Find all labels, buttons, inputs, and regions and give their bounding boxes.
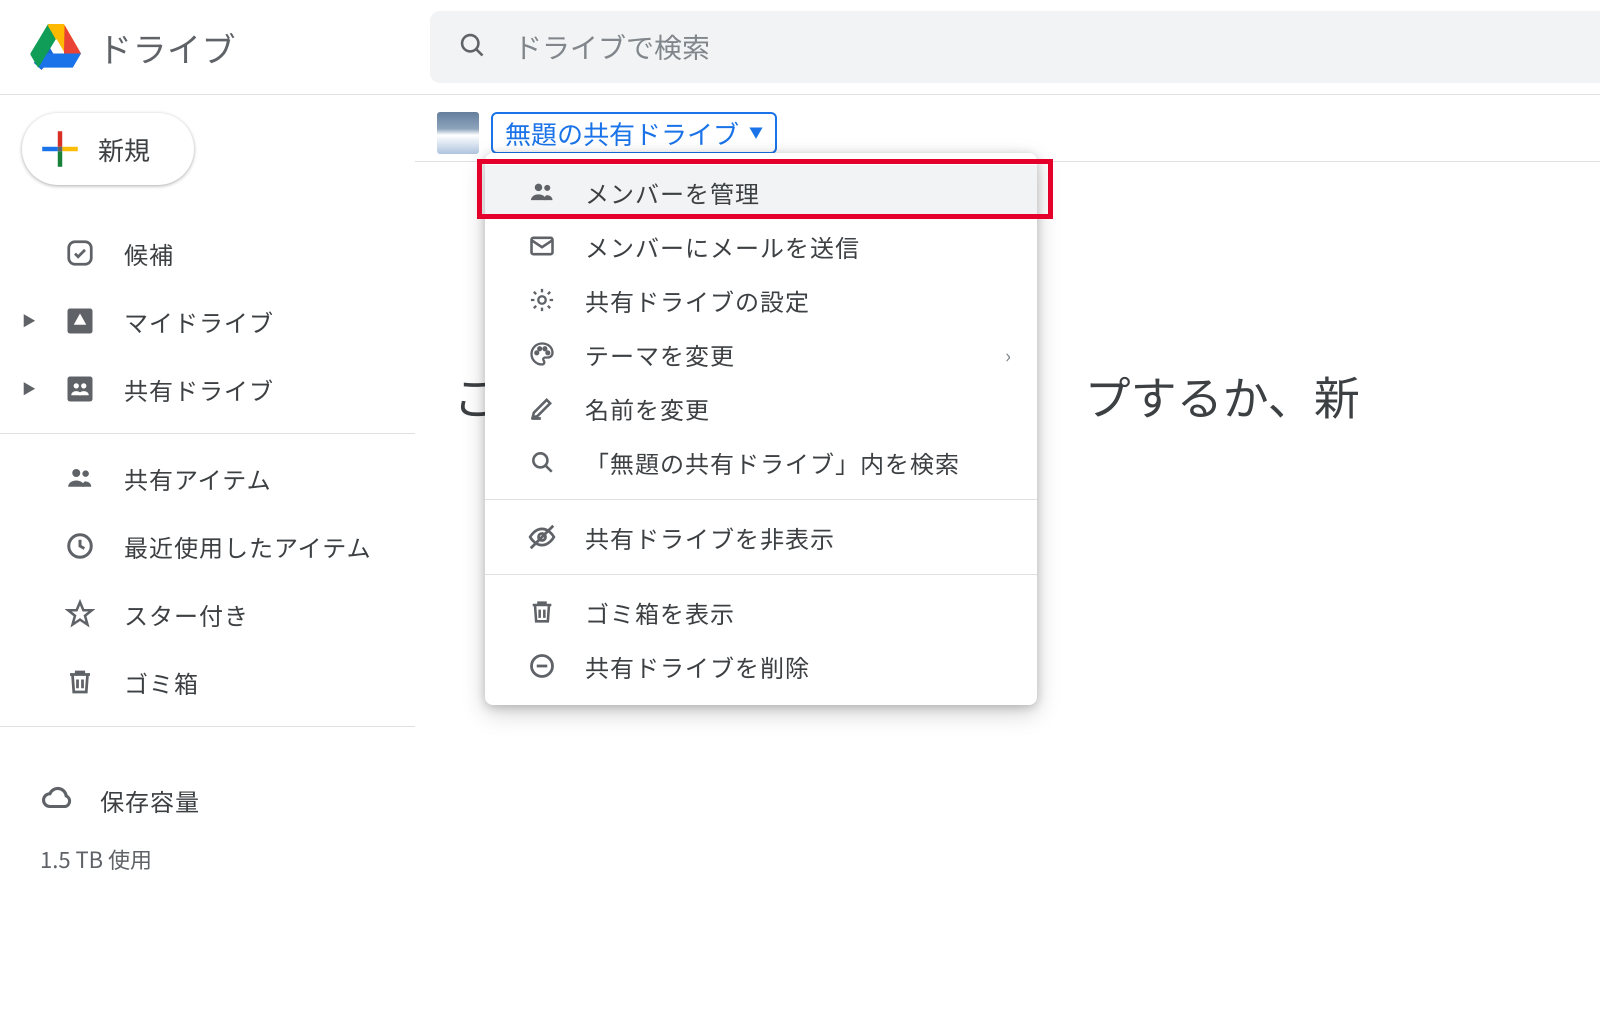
search-icon	[458, 31, 486, 64]
menu-item-email-members[interactable]: メンバーにメールを送信	[485, 219, 1037, 273]
mail-icon	[527, 231, 557, 261]
sidebar-item-label: 候補	[124, 236, 174, 271]
pencil-icon	[527, 393, 557, 423]
plus-icon	[40, 129, 80, 169]
expand-icon[interactable]: ▶	[22, 379, 36, 399]
sidebar-item-label: ゴミ箱	[124, 665, 199, 700]
breadcrumb-dropdown[interactable]: 無題の共有ドライブ ▼	[491, 112, 777, 154]
sidebar-item-mydrive[interactable]: ▶ マイドライブ	[0, 287, 415, 355]
gear-icon	[527, 285, 557, 315]
divider	[0, 433, 415, 434]
divider	[0, 726, 415, 727]
drive-box-icon	[64, 305, 96, 337]
menu-item-hide-drive[interactable]: 共有ドライブを非表示	[485, 510, 1037, 564]
search-placeholder: ドライブで検索	[514, 27, 710, 67]
sidebar: 新規 ▶ 候補 ▶ マイドライブ ▶	[0, 95, 415, 875]
sidebar-item-starred[interactable]: ▶ スター付き	[0, 580, 415, 648]
people-icon	[64, 462, 96, 494]
context-menu: メンバーを管理 メンバーにメールを送信 共有ドライブの設定	[485, 153, 1037, 705]
eye-off-icon	[527, 522, 557, 552]
sidebar-item-label: 共有アイテム	[124, 461, 272, 496]
storage-used: 1.5 TB 使用	[40, 843, 415, 875]
header: ドライブ ドライブで検索	[0, 0, 1600, 95]
sidebar-item-suggestions[interactable]: ▶ 候補	[0, 219, 415, 287]
breadcrumb-title: 無題の共有ドライブ	[505, 115, 739, 152]
sidebar-item-label: 最近使用したアイテム	[124, 529, 372, 564]
shared-drive-box-icon	[64, 373, 96, 405]
sidebar-item-trash[interactable]: ▶ ゴミ箱	[0, 648, 415, 716]
clock-icon	[64, 530, 96, 562]
menu-item-show-trash[interactable]: ゴミ箱を表示	[485, 585, 1037, 639]
sidebar-item-recent[interactable]: ▶ 最近使用したアイテム	[0, 512, 415, 580]
drive-thumbnail[interactable]	[437, 112, 479, 154]
menu-item-search-in-drive[interactable]: 「無題の共有ドライブ」内を検索	[485, 435, 1037, 489]
people-icon	[527, 177, 557, 207]
sidebar-item-label: 共有ドライブ	[124, 372, 274, 407]
search-icon	[527, 447, 557, 477]
menu-item-label: ゴミ箱を表示	[585, 595, 735, 630]
menu-item-label: メンバーにメールを送信	[585, 229, 860, 264]
menu-item-change-theme[interactable]: テーマを変更 ›	[485, 327, 1037, 381]
check-square-icon	[64, 237, 96, 269]
trash-icon	[64, 666, 96, 698]
menu-item-label: 共有ドライブを非表示	[585, 520, 835, 555]
expand-icon[interactable]: ▶	[22, 311, 36, 331]
chevron-right-icon: ›	[1005, 340, 1011, 369]
main-content: 無題の共有ドライブ ▼ こ プするか、新 メンバーを管理	[415, 95, 1600, 875]
cloud-icon	[40, 781, 74, 820]
menu-item-rename[interactable]: 名前を変更	[485, 381, 1037, 435]
menu-item-label: 共有ドライブを削除	[585, 649, 810, 684]
remove-circle-icon	[527, 651, 557, 681]
search-bar[interactable]: ドライブで検索	[430, 11, 1600, 83]
menu-item-delete-drive[interactable]: 共有ドライブを削除	[485, 639, 1037, 693]
storage-label: 保存容量	[100, 783, 200, 818]
menu-item-label: 「無題の共有ドライブ」内を検索	[585, 445, 960, 480]
drive-logo-icon	[28, 19, 84, 75]
new-button-label: 新規	[98, 131, 150, 168]
menu-item-settings[interactable]: 共有ドライブの設定	[485, 273, 1037, 327]
chevron-down-icon: ▼	[749, 123, 763, 143]
divider	[485, 499, 1037, 500]
storage-block[interactable]: 保存容量 1.5 TB 使用	[0, 771, 415, 875]
menu-item-manage-members[interactable]: メンバーを管理	[485, 165, 1037, 219]
divider	[485, 574, 1037, 575]
sidebar-item-shared-with-me[interactable]: ▶ 共有アイテム	[0, 444, 415, 512]
sidebar-item-label: マイドライブ	[124, 304, 274, 339]
menu-item-label: メンバーを管理	[585, 175, 760, 210]
menu-item-label: テーマを変更	[585, 337, 735, 372]
logo-block[interactable]: ドライブ	[0, 19, 430, 75]
sidebar-item-shared-drives[interactable]: ▶ 共有ドライブ	[0, 355, 415, 423]
app-title: ドライブ	[98, 23, 236, 72]
menu-item-label: 共有ドライブの設定	[585, 283, 810, 318]
new-button[interactable]: 新規	[22, 113, 194, 185]
star-icon	[64, 598, 96, 630]
palette-icon	[527, 339, 557, 369]
menu-item-label: 名前を変更	[585, 391, 710, 426]
sidebar-item-label: スター付き	[124, 597, 249, 632]
trash-icon	[527, 597, 557, 627]
